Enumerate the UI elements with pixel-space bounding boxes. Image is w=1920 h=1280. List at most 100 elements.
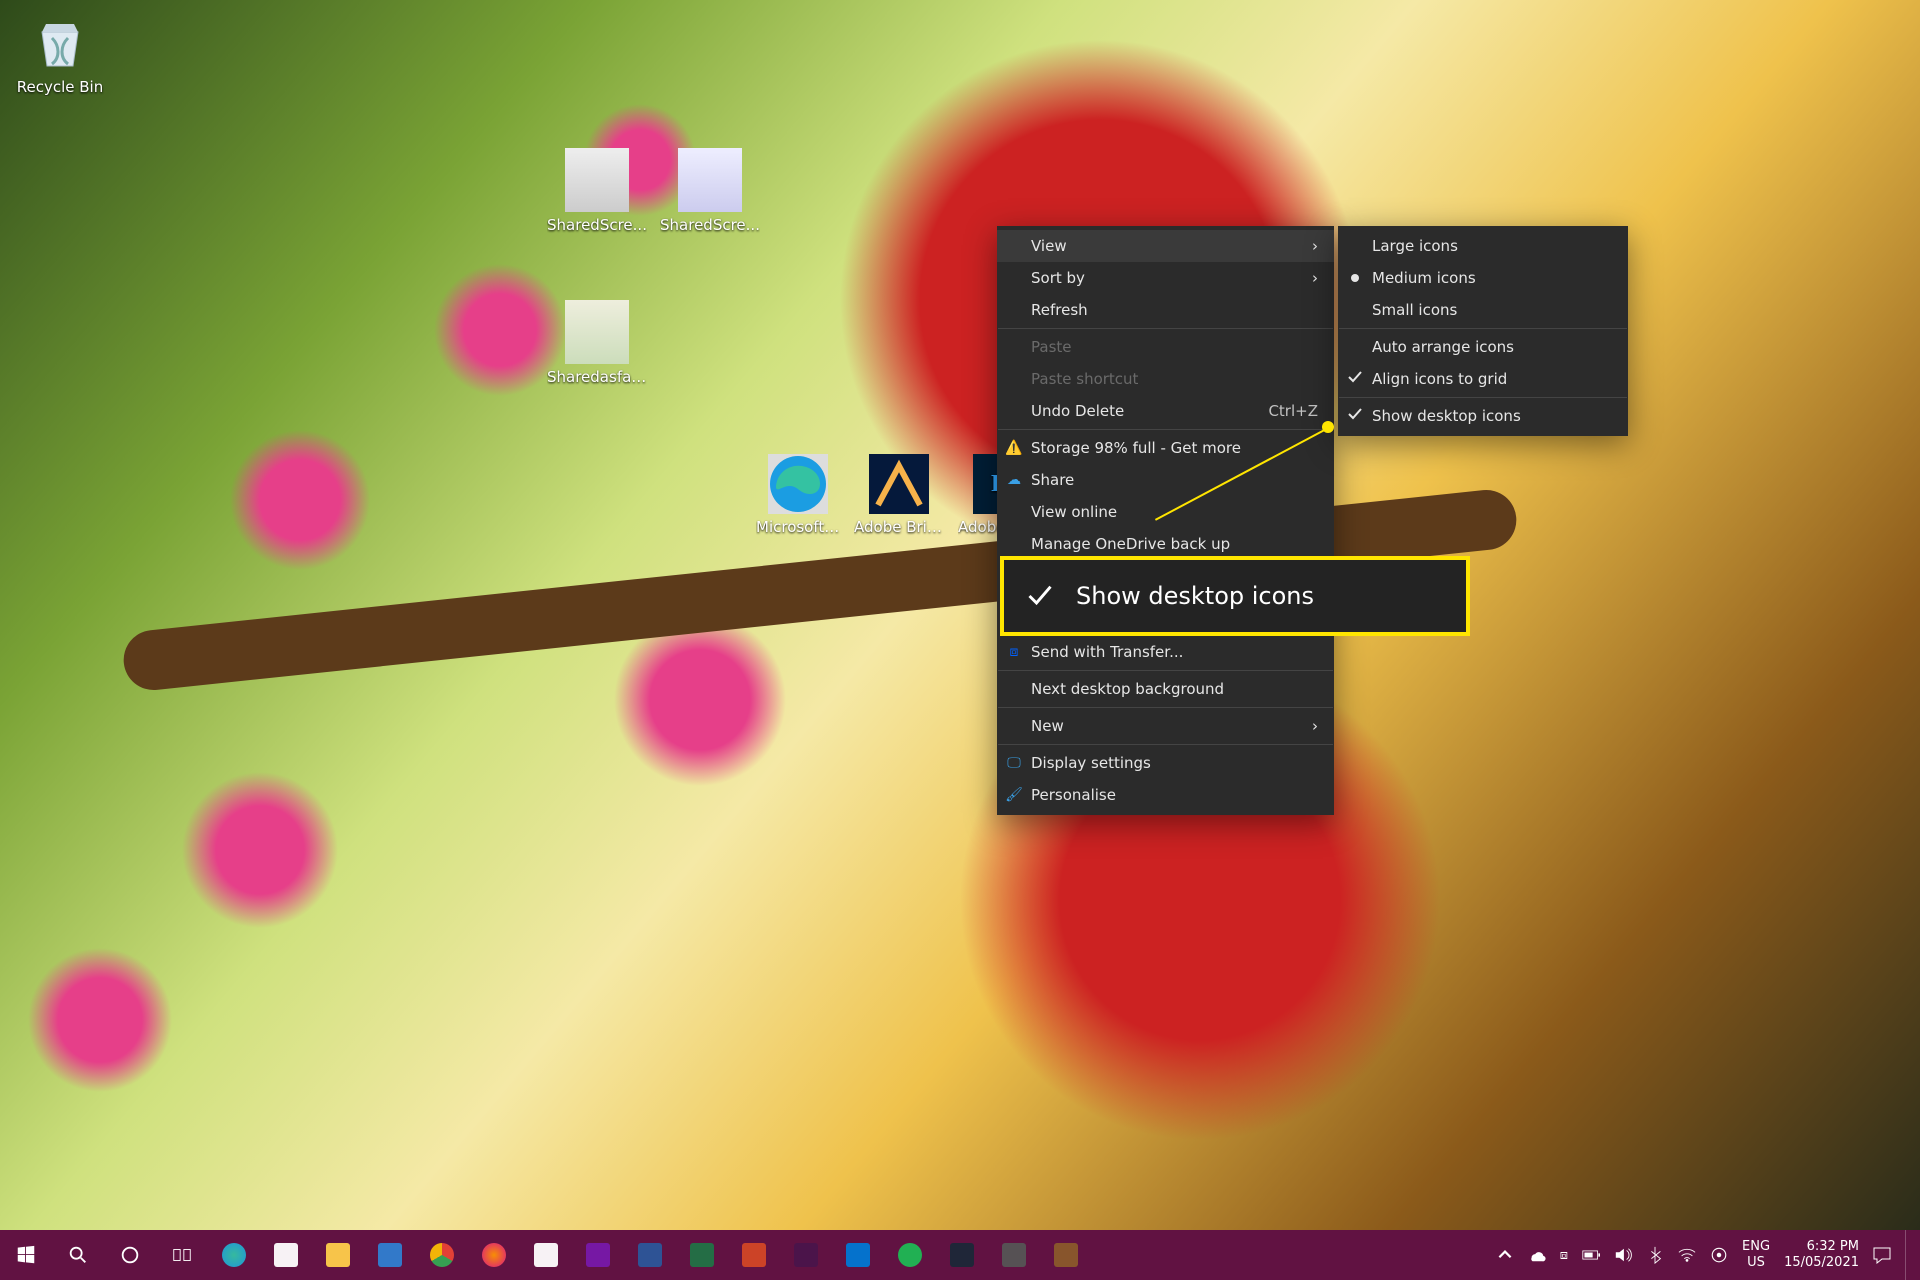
menu-view[interactable]: View ›	[997, 230, 1334, 262]
menu-shortcut: Ctrl+Z	[1268, 402, 1318, 420]
menu-label: Large icons	[1372, 237, 1458, 255]
taskbar-app-mail[interactable]	[364, 1230, 416, 1280]
file-label: Sharedasfas...	[547, 368, 647, 386]
taskbar-app-generic-2[interactable]	[1040, 1230, 1092, 1280]
taskbar-app-edge[interactable]	[208, 1230, 260, 1280]
taskbar-app-excel[interactable]	[676, 1230, 728, 1280]
separator	[998, 328, 1333, 329]
recycle-bin-label: Recycle Bin	[10, 78, 110, 96]
file-shared-1[interactable]: SharedScre...	[547, 148, 647, 234]
taskbar-app-firefox[interactable]	[468, 1230, 520, 1280]
tray-language[interactable]: ENG US	[1742, 1239, 1770, 1271]
menu-personalise[interactable]: 🖌 Personalise	[997, 779, 1334, 811]
taskbar-app-store[interactable]	[260, 1230, 312, 1280]
desktop-context-menu: View › Sort by › Refresh Paste Paste sho…	[997, 226, 1334, 815]
taskbar-app-powerpoint[interactable]	[728, 1230, 780, 1280]
tray-onedrive-icon[interactable]	[1528, 1246, 1546, 1264]
show-desktop-button[interactable]	[1905, 1230, 1914, 1280]
menu-sort-by[interactable]: Sort by ›	[997, 262, 1334, 294]
menu-label: Paste shortcut	[1031, 370, 1138, 388]
clock-time: 6:32 PM	[1784, 1239, 1859, 1255]
taskbar-app-todo[interactable]	[520, 1230, 572, 1280]
app-label: Microsoft Edge	[756, 518, 840, 536]
tray-volume-icon[interactable]	[1614, 1246, 1632, 1264]
file-shared-2[interactable]: SharedScre...	[660, 148, 760, 234]
taskbar-app-generic-1[interactable]	[988, 1230, 1040, 1280]
menu-label: Personalise	[1031, 786, 1116, 804]
taskbar-app-slack[interactable]	[780, 1230, 832, 1280]
tray-wifi-icon[interactable]	[1678, 1246, 1696, 1264]
windows-icon	[15, 1244, 37, 1266]
tray-clock[interactable]: 6:32 PM 15/05/2021	[1784, 1239, 1859, 1271]
app-label: Adobe Bridge	[854, 518, 944, 536]
taskbar-app-chrome[interactable]	[416, 1230, 468, 1280]
menu-label: Show desktop icons	[1372, 407, 1521, 425]
separator	[998, 707, 1333, 708]
start-button[interactable]	[0, 1230, 52, 1280]
recycle-bin[interactable]: Recycle Bin	[10, 10, 110, 96]
annotation-label: Show desktop icons	[1076, 582, 1314, 610]
menu-storage[interactable]: ⚠️ Storage 98% full - Get more	[997, 432, 1334, 464]
menu-label: Small icons	[1372, 301, 1457, 319]
file-thumbnail-icon	[678, 148, 742, 212]
submenu-auto-arrange[interactable]: Auto arrange icons	[1338, 331, 1628, 363]
menu-send-transfer[interactable]: ⧈ Send with Transfer...	[997, 636, 1334, 668]
taskbar-app-spotify[interactable]	[884, 1230, 936, 1280]
app-edge[interactable]: Microsoft Edge	[756, 454, 840, 536]
file-shared-3[interactable]: Sharedasfas...	[547, 300, 647, 386]
submenu-show-desktop-icons[interactable]: Show desktop icons	[1338, 400, 1628, 432]
taskbar-app-vscode[interactable]	[832, 1230, 884, 1280]
menu-label: New	[1031, 717, 1064, 735]
dropbox-icon: ⧈	[1005, 644, 1023, 660]
menu-refresh[interactable]: Refresh	[997, 294, 1334, 326]
taskbar-app-steam[interactable]	[936, 1230, 988, 1280]
submenu-medium-icons[interactable]: Medium icons	[1338, 262, 1628, 294]
display-icon: 🖵	[1005, 755, 1023, 771]
separator	[1339, 397, 1627, 398]
menu-undo-delete[interactable]: Undo Delete Ctrl+Z	[997, 395, 1334, 427]
submenu-align-grid[interactable]: Align icons to grid	[1338, 363, 1628, 395]
separator	[998, 670, 1333, 671]
search-icon	[67, 1244, 89, 1266]
app-bridge[interactable]: Adobe Bridge	[854, 454, 944, 536]
file-thumbnail-icon	[565, 300, 629, 364]
menu-label: Undo Delete	[1031, 402, 1124, 420]
tray-dropbox-icon[interactable]: ⧈	[1560, 1248, 1568, 1263]
menu-share[interactable]: ☁ Share	[997, 464, 1334, 496]
recycle-bin-icon	[28, 10, 92, 74]
tray-location-icon[interactable]	[1710, 1246, 1728, 1264]
submenu-large-icons[interactable]: Large icons	[1338, 230, 1628, 262]
menu-paste-shortcut: Paste shortcut	[997, 363, 1334, 395]
tray-bluetooth-icon[interactable]	[1646, 1246, 1664, 1264]
submenu-small-icons[interactable]: Small icons	[1338, 294, 1628, 326]
menu-label: Medium icons	[1372, 269, 1476, 287]
menu-label: View	[1031, 237, 1067, 255]
task-view-button[interactable]	[156, 1230, 208, 1280]
taskbar-app-explorer[interactable]	[312, 1230, 364, 1280]
warning-icon: ⚠️	[1005, 440, 1023, 456]
menu-label: Manage OneDrive back up	[1031, 535, 1230, 553]
system-tray: ⧈ ENG US 6:32 PM 15/05/2021	[1496, 1230, 1920, 1280]
search-button[interactable]	[52, 1230, 104, 1280]
menu-new[interactable]: New ›	[997, 710, 1334, 742]
menu-label: Storage 98% full - Get more	[1031, 439, 1241, 457]
menu-display-settings[interactable]: 🖵 Display settings	[997, 747, 1334, 779]
cortana-icon	[119, 1244, 141, 1266]
tray-battery-icon[interactable]	[1582, 1246, 1600, 1264]
taskbar-app-word[interactable]	[624, 1230, 676, 1280]
menu-label: View online	[1031, 503, 1117, 521]
personalise-icon: 🖌	[1005, 787, 1023, 803]
view-submenu: Large icons Medium icons Small icons Aut…	[1338, 226, 1628, 436]
tray-notifications-icon[interactable]	[1873, 1246, 1891, 1264]
chevron-right-icon: ›	[1312, 237, 1318, 255]
menu-label: Refresh	[1031, 301, 1088, 319]
menu-label: Auto arrange icons	[1372, 338, 1514, 356]
tray-overflow[interactable]	[1496, 1246, 1514, 1264]
separator	[998, 744, 1333, 745]
taskbar-app-onenote[interactable]	[572, 1230, 624, 1280]
cortana-button[interactable]	[104, 1230, 156, 1280]
menu-next-background[interactable]: Next desktop background	[997, 673, 1334, 705]
menu-paste: Paste	[997, 331, 1334, 363]
chevron-right-icon: ›	[1312, 717, 1318, 735]
file-thumbnail-icon	[565, 148, 629, 212]
